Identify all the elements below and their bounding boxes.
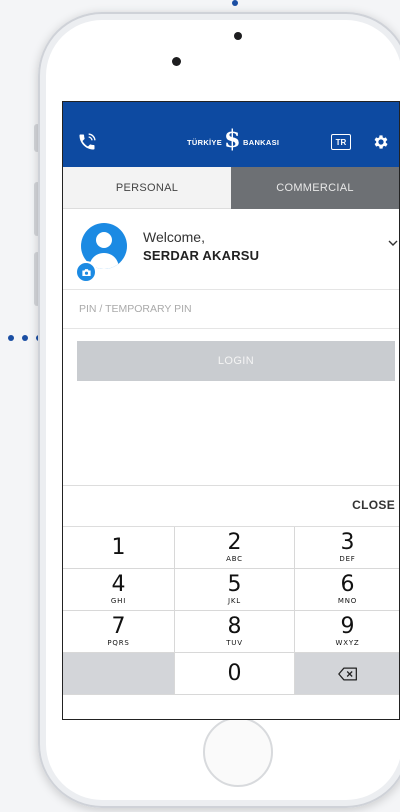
key-5[interactable]: 5 JKL [175, 569, 295, 611]
keypad-header: CLOSE [63, 485, 399, 526]
key-number: 8 [227, 613, 242, 639]
bank-logo: TÜRKİYE $ BANKASI [187, 124, 280, 153]
phone-call-icon[interactable] [77, 132, 97, 152]
key-blank [63, 653, 175, 695]
camera-icon[interactable] [75, 261, 97, 283]
key-4[interactable]: 4 GHI [63, 569, 175, 611]
brand-text-right: BANKASI [243, 138, 280, 147]
key-0[interactable]: 0 [175, 653, 295, 695]
key-number: 5 [227, 571, 242, 597]
key-number: 2 [227, 529, 242, 555]
key-8[interactable]: 8 TUV [175, 611, 295, 653]
key-letters: DEF [339, 554, 356, 563]
key-number: 6 [340, 571, 355, 597]
app-screen: TÜRKİYE $ BANKASI TR PERSONAL COMMERCIAL… [62, 101, 400, 720]
key-number: 3 [340, 529, 355, 555]
decor-dot [232, 0, 238, 6]
backspace-icon [337, 667, 357, 680]
numeric-keypad: CLOSE 1 2 ABC 3 DEF 4 GHI 5 JKL 6 MNO 7 PQRS 8… [63, 485, 399, 719]
tab-commercial[interactable]: COMMERCIAL [231, 167, 399, 209]
key-6[interactable]: 6 MNO [295, 569, 399, 611]
key-7[interactable]: 7 PQRS [63, 611, 175, 653]
user-name: SERDAR AKARSU [143, 248, 260, 263]
language-button[interactable]: TR [331, 134, 351, 150]
key-number: 9 [340, 613, 355, 639]
key-letters: MNO [337, 596, 358, 605]
key-3[interactable]: 3 DEF [295, 527, 399, 569]
decor-dot [8, 335, 14, 341]
pin-field-row [63, 290, 399, 329]
gear-icon[interactable] [372, 133, 390, 151]
key-letters: PQRS [107, 638, 130, 647]
tab-personal[interactable]: PERSONAL [63, 167, 231, 209]
phone-sensor [172, 57, 181, 66]
key-9[interactable]: 9 WXYZ [295, 611, 399, 653]
key-1[interactable]: 1 [63, 527, 175, 569]
key-letters: JKL [228, 596, 241, 605]
key-number: 7 [111, 613, 126, 639]
welcome-text: Welcome, [143, 229, 205, 245]
chevron-down-icon[interactable] [387, 237, 399, 249]
key-number: 4 [111, 571, 126, 597]
user-selector[interactable]: Welcome, SERDAR AKARSU [63, 209, 399, 290]
key-letters: GHI [110, 596, 127, 605]
brand-mark: $ [224, 124, 242, 153]
phone-front-camera [234, 32, 242, 40]
pin-input[interactable] [77, 302, 381, 316]
key-letters: TUV [226, 638, 243, 647]
login-button[interactable]: LOGIN [77, 341, 395, 381]
keypad-close-button[interactable]: CLOSE [352, 498, 395, 512]
key-number: 1 [111, 534, 126, 560]
key-letters: WXYZ [335, 638, 360, 647]
keypad-grid: 1 2 ABC 3 DEF 4 GHI 5 JKL 6 MNO 7 PQRS 8 TUV 9W… [63, 526, 399, 695]
key-2[interactable]: 2 ABC [175, 527, 295, 569]
customer-type-tabs: PERSONAL COMMERCIAL [63, 167, 399, 209]
decor-dot [22, 335, 28, 341]
phone-home-button[interactable] [203, 717, 273, 787]
top-bar: TÜRKİYE $ BANKASI TR [63, 102, 399, 167]
delete-key[interactable] [295, 653, 399, 695]
key-letters: ABC [226, 554, 243, 563]
key-number: 0 [227, 660, 242, 686]
brand-text-left: TÜRKİYE [187, 138, 223, 147]
